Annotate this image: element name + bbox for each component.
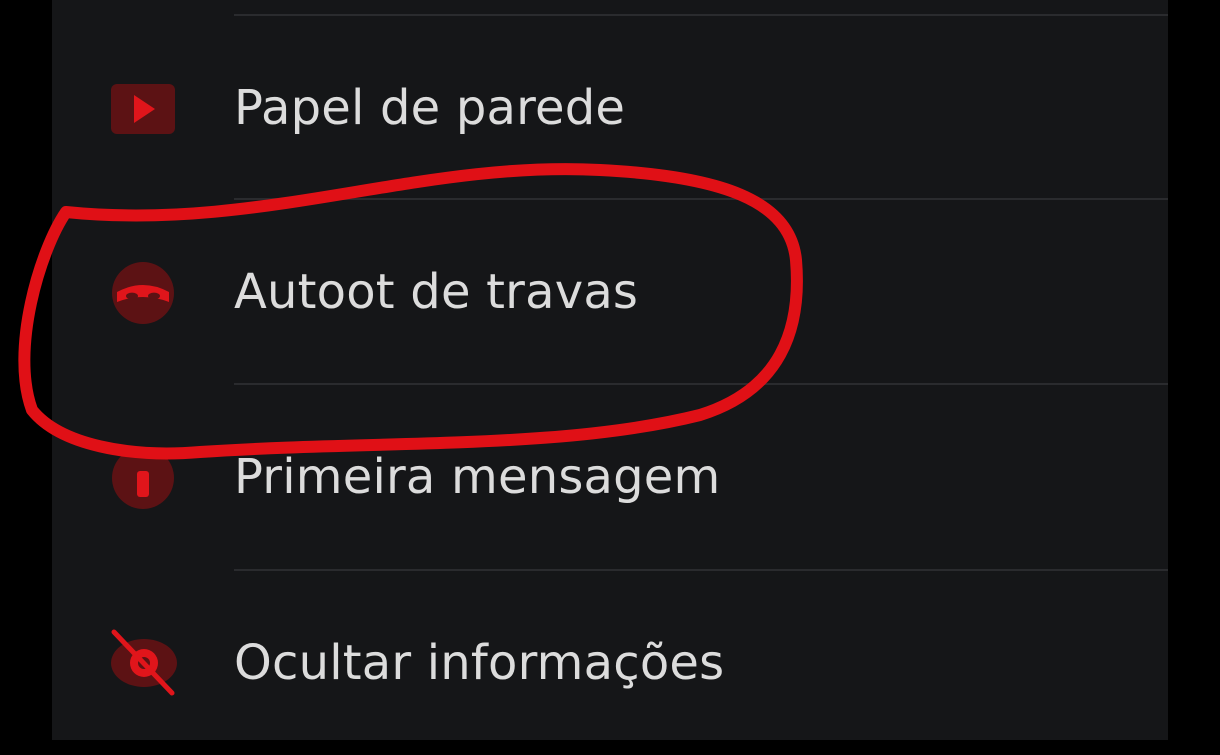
settings-item-autoot-travas[interactable]: Autoot de travas (52, 200, 1168, 384)
settings-item-label: Primeira mensagem (234, 449, 721, 505)
settings-item-wallpaper[interactable]: Papel de parede (52, 16, 1168, 200)
settings-list: Papel de parede Autoot de travas Primeir… (52, 0, 1168, 740)
settings-item-label: Ocultar informações (234, 635, 725, 691)
wallpaper-play-icon (108, 80, 178, 150)
hide-info-icon (108, 629, 178, 699)
first-message-icon (108, 443, 178, 513)
settings-item-label: Autoot de travas (234, 264, 639, 320)
settings-item-hide-info[interactable]: Ocultar informações (52, 571, 1168, 755)
settings-item-label: Papel de parede (234, 80, 626, 136)
ninja-mask-icon (108, 258, 178, 328)
settings-item-first-message[interactable]: Primeira mensagem (52, 385, 1168, 569)
